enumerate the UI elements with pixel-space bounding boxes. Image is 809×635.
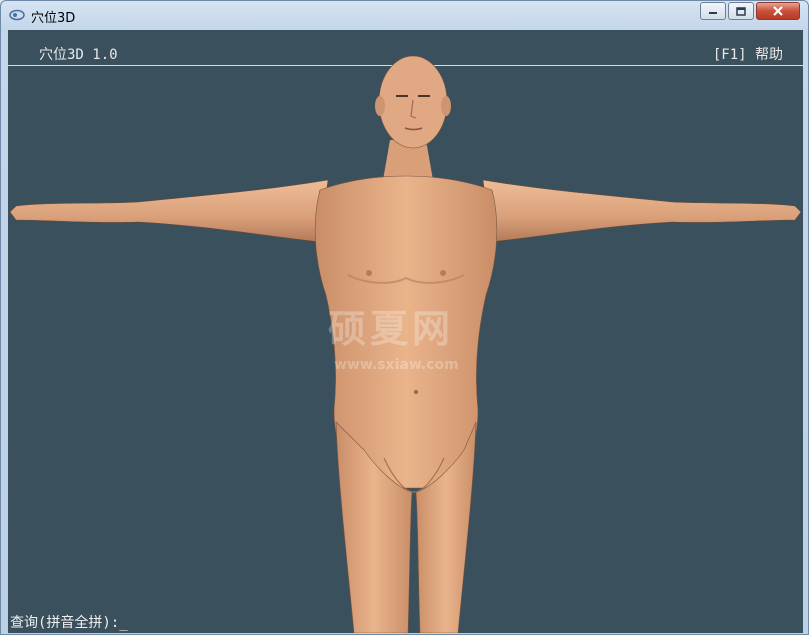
navel <box>414 390 418 394</box>
close-icon <box>773 6 783 16</box>
watermark-url: www.sxiaw.com <box>334 357 459 373</box>
window-title: 穴位3D <box>31 11 76 26</box>
close-button[interactable] <box>756 2 800 20</box>
title-bar[interactable]: 穴位3D <box>1 1 808 29</box>
right-nipple <box>440 270 446 276</box>
3d-viewport[interactable]: 穴位3D 1.0 [F1] 帮助 硕夏网 www.sxiaw.com 查询(拼音… <box>8 30 803 633</box>
left-ear <box>375 96 385 116</box>
maximize-button[interactable] <box>728 2 754 20</box>
watermark-text: 硕夏网 <box>328 307 455 351</box>
app-window: 穴位3D 穴位3D 1.0 [F1] 帮助 硕夏网 www.sxiaw.com … <box>0 0 809 635</box>
maximize-icon <box>736 6 746 16</box>
search-cursor[interactable]: _ <box>119 615 127 631</box>
right-ear <box>441 96 451 116</box>
window-controls <box>700 2 800 20</box>
left-arm[interactable] <box>9 179 329 243</box>
app-icon <box>9 9 25 21</box>
search-query-line[interactable]: 查询(拼音全拼):_ <box>10 612 128 632</box>
search-query-label: 查询(拼音全拼): <box>10 615 120 631</box>
minimize-icon <box>709 12 717 14</box>
minimize-button[interactable] <box>700 2 726 20</box>
left-nipple <box>366 270 372 276</box>
right-arm[interactable] <box>482 179 802 243</box>
